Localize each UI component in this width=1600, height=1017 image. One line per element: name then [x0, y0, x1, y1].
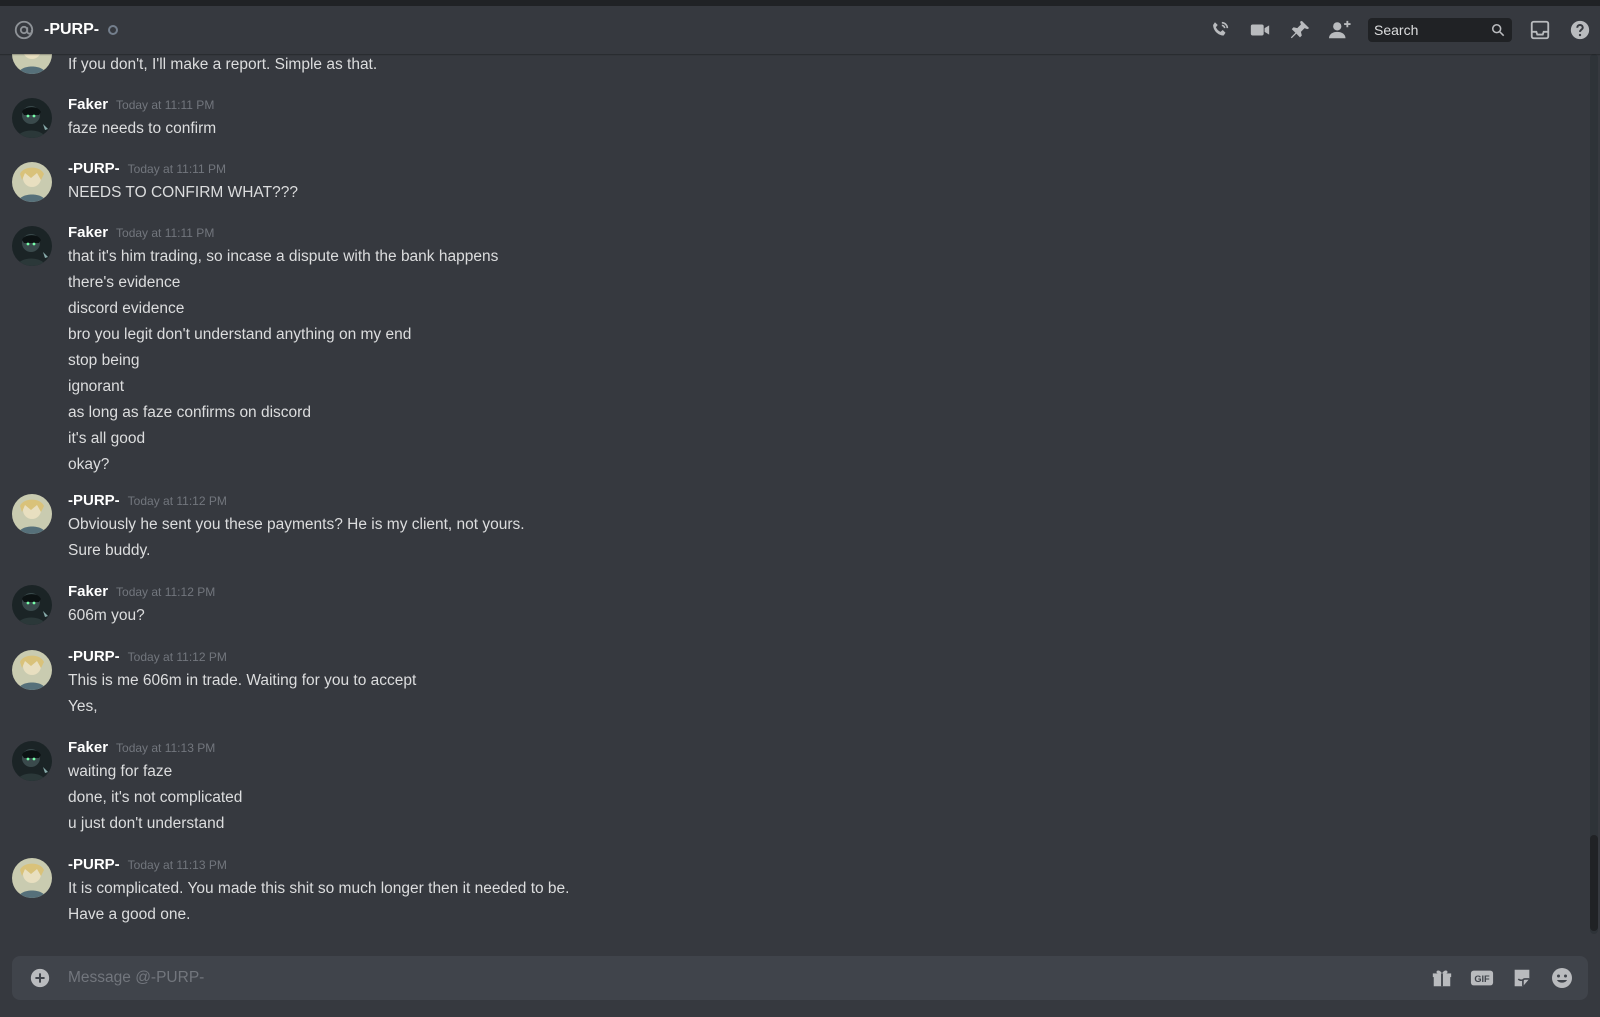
avatar-purp[interactable]: [12, 858, 52, 898]
avatar-faker[interactable]: [12, 741, 52, 781]
pin-icon[interactable]: [1288, 18, 1312, 42]
message-line: NEEDS TO CONFIRM WHAT???: [68, 184, 298, 201]
message-timestamp: Today at 11:13 PM: [127, 858, 227, 872]
message-author[interactable]: Faker: [68, 224, 108, 241]
offline-status-icon: [108, 25, 119, 35]
message-author[interactable]: Faker: [68, 739, 108, 756]
avatar-faker[interactable]: [12, 226, 52, 266]
message-line: that it's him trading, so incase a dispu…: [68, 248, 499, 265]
message-line: bro you legit don't understand anything …: [68, 326, 412, 343]
message-timestamp: Today at 11:13 PM: [116, 741, 216, 755]
avatar-faker[interactable]: [12, 98, 52, 138]
voice-call-icon[interactable]: [1208, 18, 1232, 42]
message-line: waiting for faze: [68, 763, 173, 780]
message-line: Have a good one.: [68, 906, 191, 923]
gift-icon[interactable]: [1430, 966, 1454, 990]
message-timestamp: Today at 11:12 PM: [116, 585, 216, 599]
message-line: as long as faze confirms on discord: [68, 404, 311, 421]
message-line: it's all good: [68, 430, 146, 447]
message-timestamp: Today at 11:11 PM: [127, 162, 226, 176]
at-icon: [12, 18, 36, 42]
attach-plus-icon[interactable]: [28, 966, 52, 990]
message-input[interactable]: Message @-PURP-: [68, 969, 1422, 987]
search-placeholder: Search: [1374, 22, 1419, 38]
message-line: Yes,: [68, 698, 98, 715]
message-author[interactable]: -PURP-: [68, 648, 120, 665]
message-line: If you don't, I'll make a report. Simple…: [68, 56, 378, 73]
add-friend-icon[interactable]: [1328, 18, 1352, 42]
help-icon[interactable]: [1568, 18, 1592, 42]
message-line: faze needs to confirm: [68, 120, 217, 137]
video-call-icon[interactable]: [1248, 18, 1272, 42]
scrollbar-track[interactable]: [1590, 54, 1598, 934]
message-line: It is complicated. You made this shit so…: [68, 880, 570, 897]
message-line: there's evidence: [68, 274, 181, 291]
sticker-icon[interactable]: [1510, 966, 1534, 990]
avatar-purp[interactable]: [12, 650, 52, 690]
scrollbar-thumb[interactable]: [1590, 835, 1598, 931]
page-title: -PURP-: [44, 21, 100, 38]
message-list[interactable]: If you don't, I'll make a report. Simple…: [0, 54, 1586, 934]
channel-header: -PURP- Search: [0, 6, 1600, 54]
message-line: ignorant: [68, 378, 125, 395]
message-line: Obviously he sent you these payments? He…: [68, 516, 525, 533]
message-timestamp: Today at 11:11 PM: [116, 226, 215, 240]
message-line: okay?: [68, 456, 110, 473]
emoji-icon[interactable]: [1550, 966, 1574, 990]
inbox-icon[interactable]: [1528, 18, 1552, 42]
message-timestamp: Today at 11:11 PM: [116, 98, 215, 112]
message-timestamp: Today at 11:12 PM: [127, 650, 227, 664]
avatar-purp[interactable]: [12, 494, 52, 534]
message-line: discord evidence: [68, 300, 185, 317]
message-line: stop being: [68, 352, 140, 369]
message-author[interactable]: Faker: [68, 583, 108, 600]
message-author[interactable]: -PURP-: [68, 160, 120, 177]
message-line: This is me 606m in trade. Waiting for yo…: [68, 672, 417, 689]
header-toolbar: Search: [1200, 6, 1600, 54]
message-composer: Message @-PURP- GIF: [12, 956, 1588, 1000]
message-line: u just don't understand: [68, 815, 225, 832]
avatar-purp[interactable]: [12, 162, 52, 202]
avatar-faker[interactable]: [12, 585, 52, 625]
message-line: 606m you?: [68, 607, 145, 624]
message-line: Sure buddy.: [68, 542, 151, 559]
message-timestamp: Today at 11:12 PM: [127, 494, 227, 508]
message-author[interactable]: Faker: [68, 96, 108, 113]
avatar-purp[interactable]: [12, 54, 52, 74]
message-author[interactable]: -PURP-: [68, 856, 120, 873]
gif-icon[interactable]: GIF: [1470, 966, 1494, 990]
message-line: done, it's not complicated: [68, 789, 243, 806]
message-author[interactable]: -PURP-: [68, 492, 120, 509]
svg-text:GIF: GIF: [1474, 974, 1490, 984]
search-icon: [1490, 22, 1506, 38]
search-input[interactable]: Search: [1368, 18, 1512, 42]
